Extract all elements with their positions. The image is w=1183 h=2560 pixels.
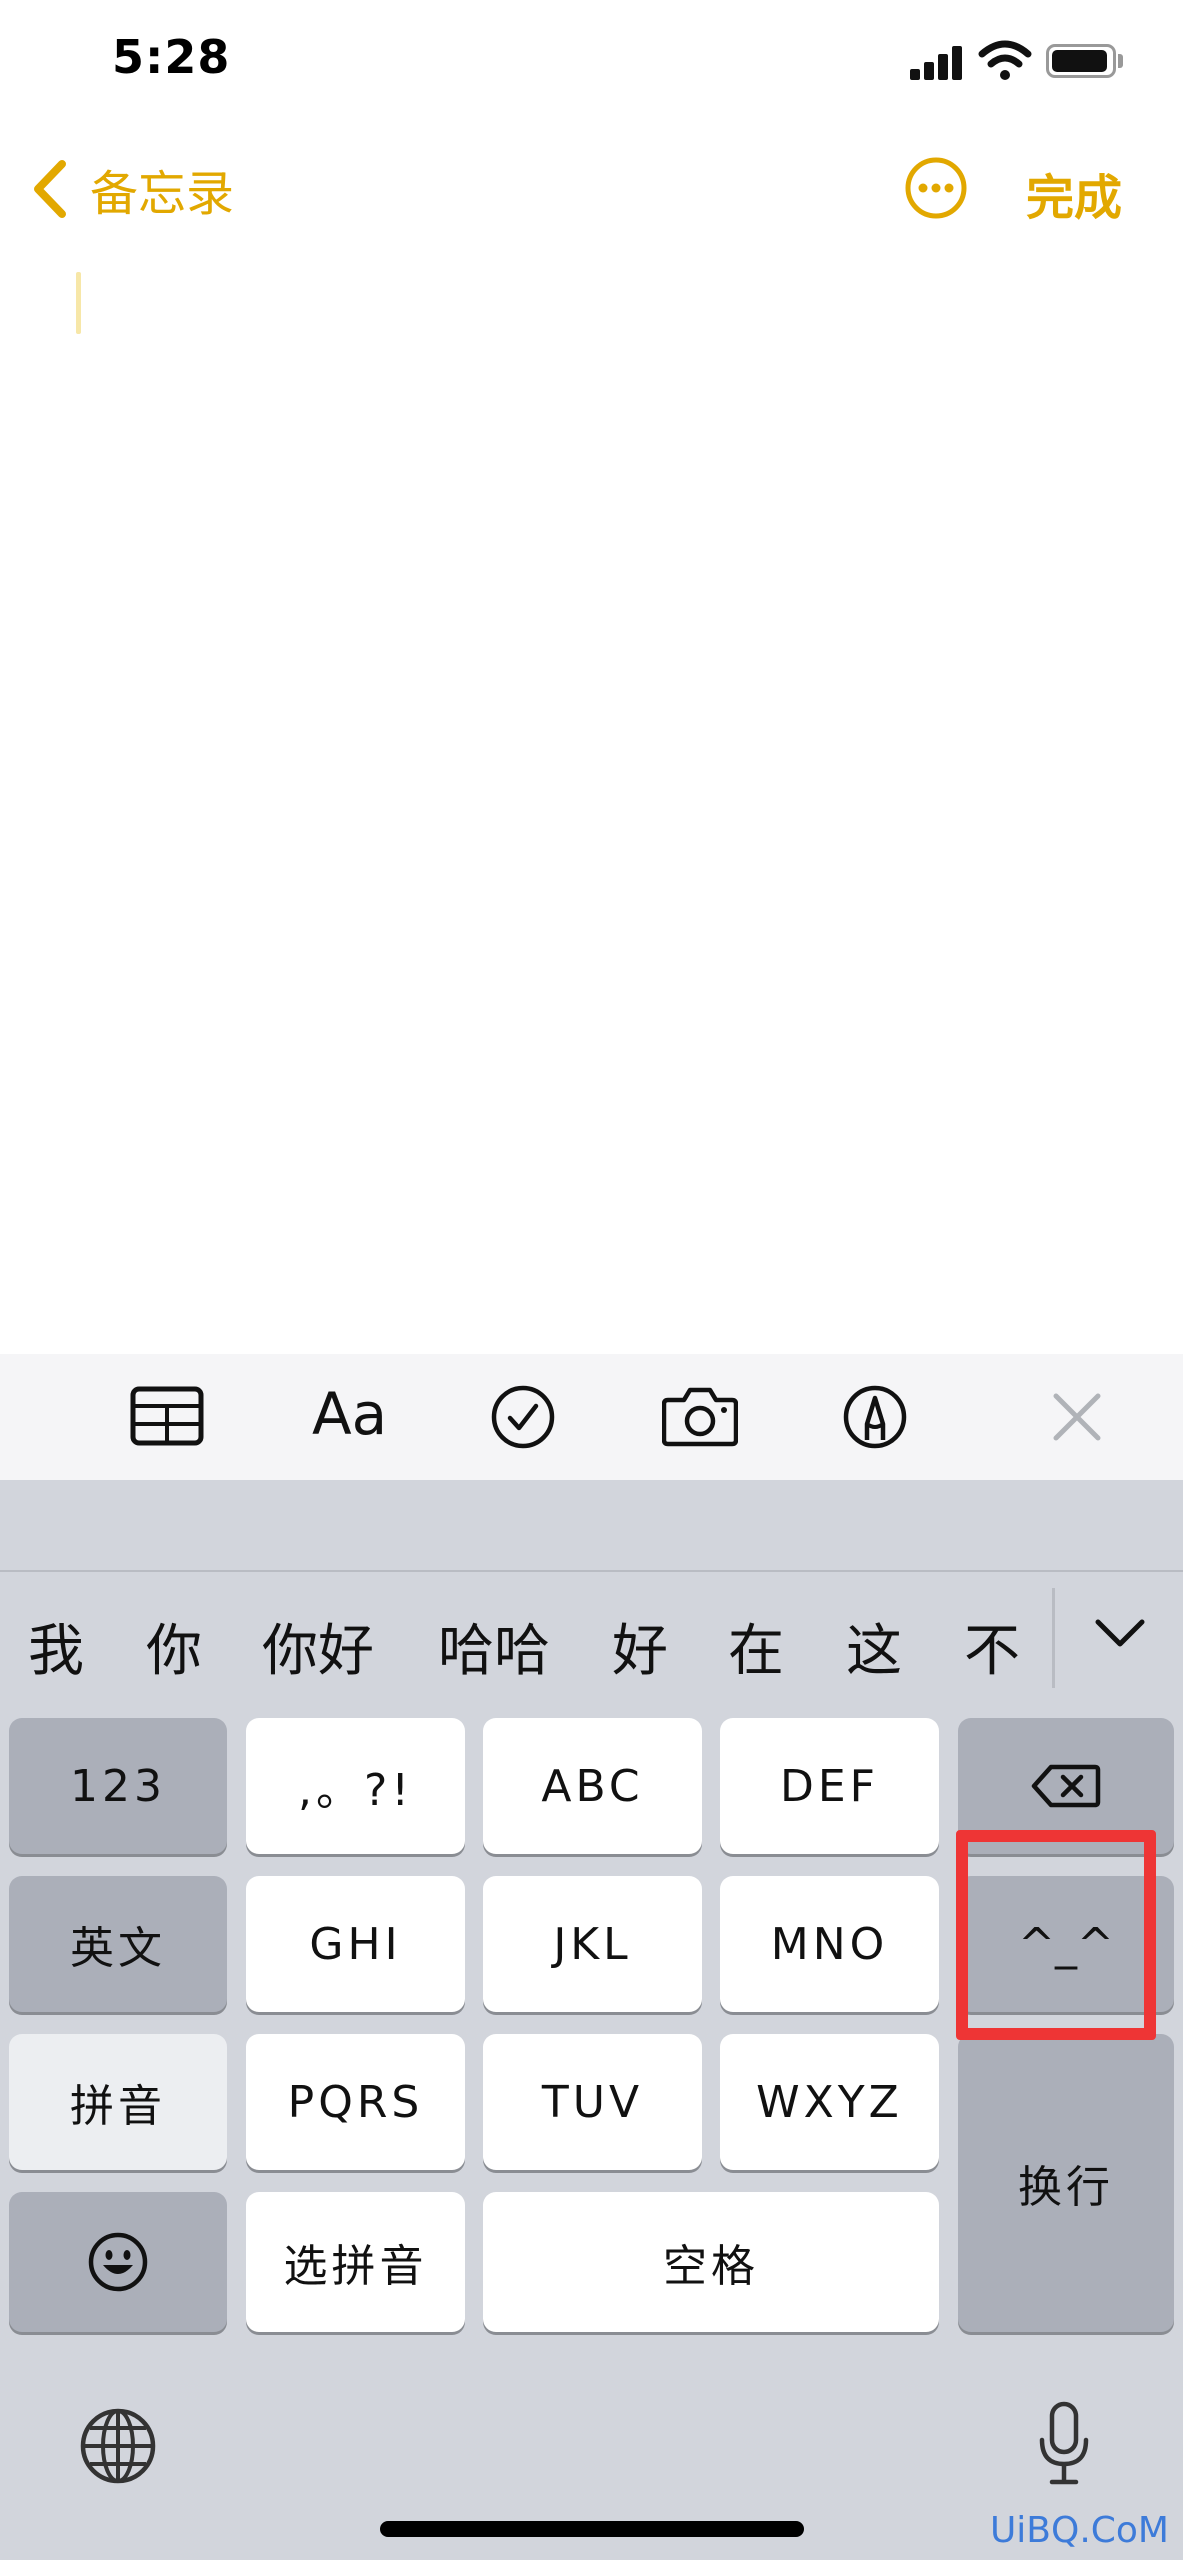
- select-pinyin-key[interactable]: 选拼音: [246, 2192, 465, 2332]
- candidate-word[interactable]: 这: [846, 1606, 902, 1687]
- candidate-word[interactable]: 你: [146, 1606, 202, 1687]
- pinyin-key[interactable]: 拼音: [9, 2034, 227, 2170]
- backspace-icon: [1031, 1764, 1101, 1808]
- watermark: UiBQ.CoM: [989, 2510, 1169, 2551]
- note-editor[interactable]: [0, 250, 1183, 1350]
- english-key[interactable]: 英文: [9, 1876, 227, 2012]
- tuv-key[interactable]: TUV: [483, 2034, 702, 2170]
- numbers-key[interactable]: 123: [9, 1718, 227, 1854]
- camera-icon[interactable]: [662, 1384, 738, 1448]
- table-icon[interactable]: [130, 1386, 204, 1446]
- punctuation-key[interactable]: ,。?!: [246, 1718, 465, 1854]
- globe-icon[interactable]: [78, 2406, 158, 2486]
- emoji-icon: [88, 2232, 148, 2292]
- wifi-icon: [978, 40, 1032, 80]
- chevron-down-icon[interactable]: [1094, 1618, 1146, 1650]
- text-format-button[interactable]: Aa: [312, 1380, 387, 1448]
- wxyz-key[interactable]: WXYZ: [720, 2034, 939, 2170]
- microphone-icon[interactable]: [1036, 2400, 1092, 2490]
- more-options-icon[interactable]: [904, 156, 968, 220]
- candidate-word[interactable]: 你好: [262, 1606, 374, 1687]
- chevron-left-icon: [34, 160, 66, 218]
- candidate-word[interactable]: 哈哈: [438, 1606, 550, 1687]
- battery-icon: [1046, 44, 1116, 78]
- return-key[interactable]: 换行: [958, 2034, 1174, 2332]
- emoji-key[interactable]: [9, 2192, 227, 2332]
- back-label: 备忘录: [90, 166, 235, 222]
- def-key[interactable]: DEF: [720, 1718, 939, 1854]
- candidate-word[interactable]: 好: [612, 1606, 668, 1687]
- home-indicator[interactable]: [380, 2521, 804, 2537]
- battery-cap: [1118, 54, 1123, 68]
- abc-key[interactable]: ABC: [483, 1718, 702, 1854]
- markup-pen-icon[interactable]: [842, 1384, 908, 1450]
- candidate-bar-divider: [0, 1570, 1183, 1572]
- pqrs-key[interactable]: PQRS: [246, 2034, 465, 2170]
- done-button[interactable]: 完成: [1026, 158, 1122, 228]
- ghi-key[interactable]: GHI: [246, 1876, 465, 2012]
- space-key[interactable]: 空格: [483, 2192, 939, 2332]
- candidate-word[interactable]: 在: [728, 1606, 784, 1687]
- back-button[interactable]: 备忘录: [30, 154, 234, 224]
- close-toolbar-icon[interactable]: [1052, 1392, 1102, 1442]
- checklist-icon[interactable]: [490, 1384, 556, 1450]
- mno-key[interactable]: MNO: [720, 1876, 939, 2012]
- jkl-key[interactable]: JKL: [483, 1876, 702, 2012]
- highlight-box: [956, 1830, 1156, 2040]
- candidate-divider: [1052, 1588, 1055, 1688]
- status-time: 5:28: [112, 30, 231, 84]
- candidate-word[interactable]: 我: [28, 1606, 84, 1687]
- candidate-word[interactable]: 不: [964, 1606, 1020, 1687]
- cellular-signal-icon: [910, 44, 962, 80]
